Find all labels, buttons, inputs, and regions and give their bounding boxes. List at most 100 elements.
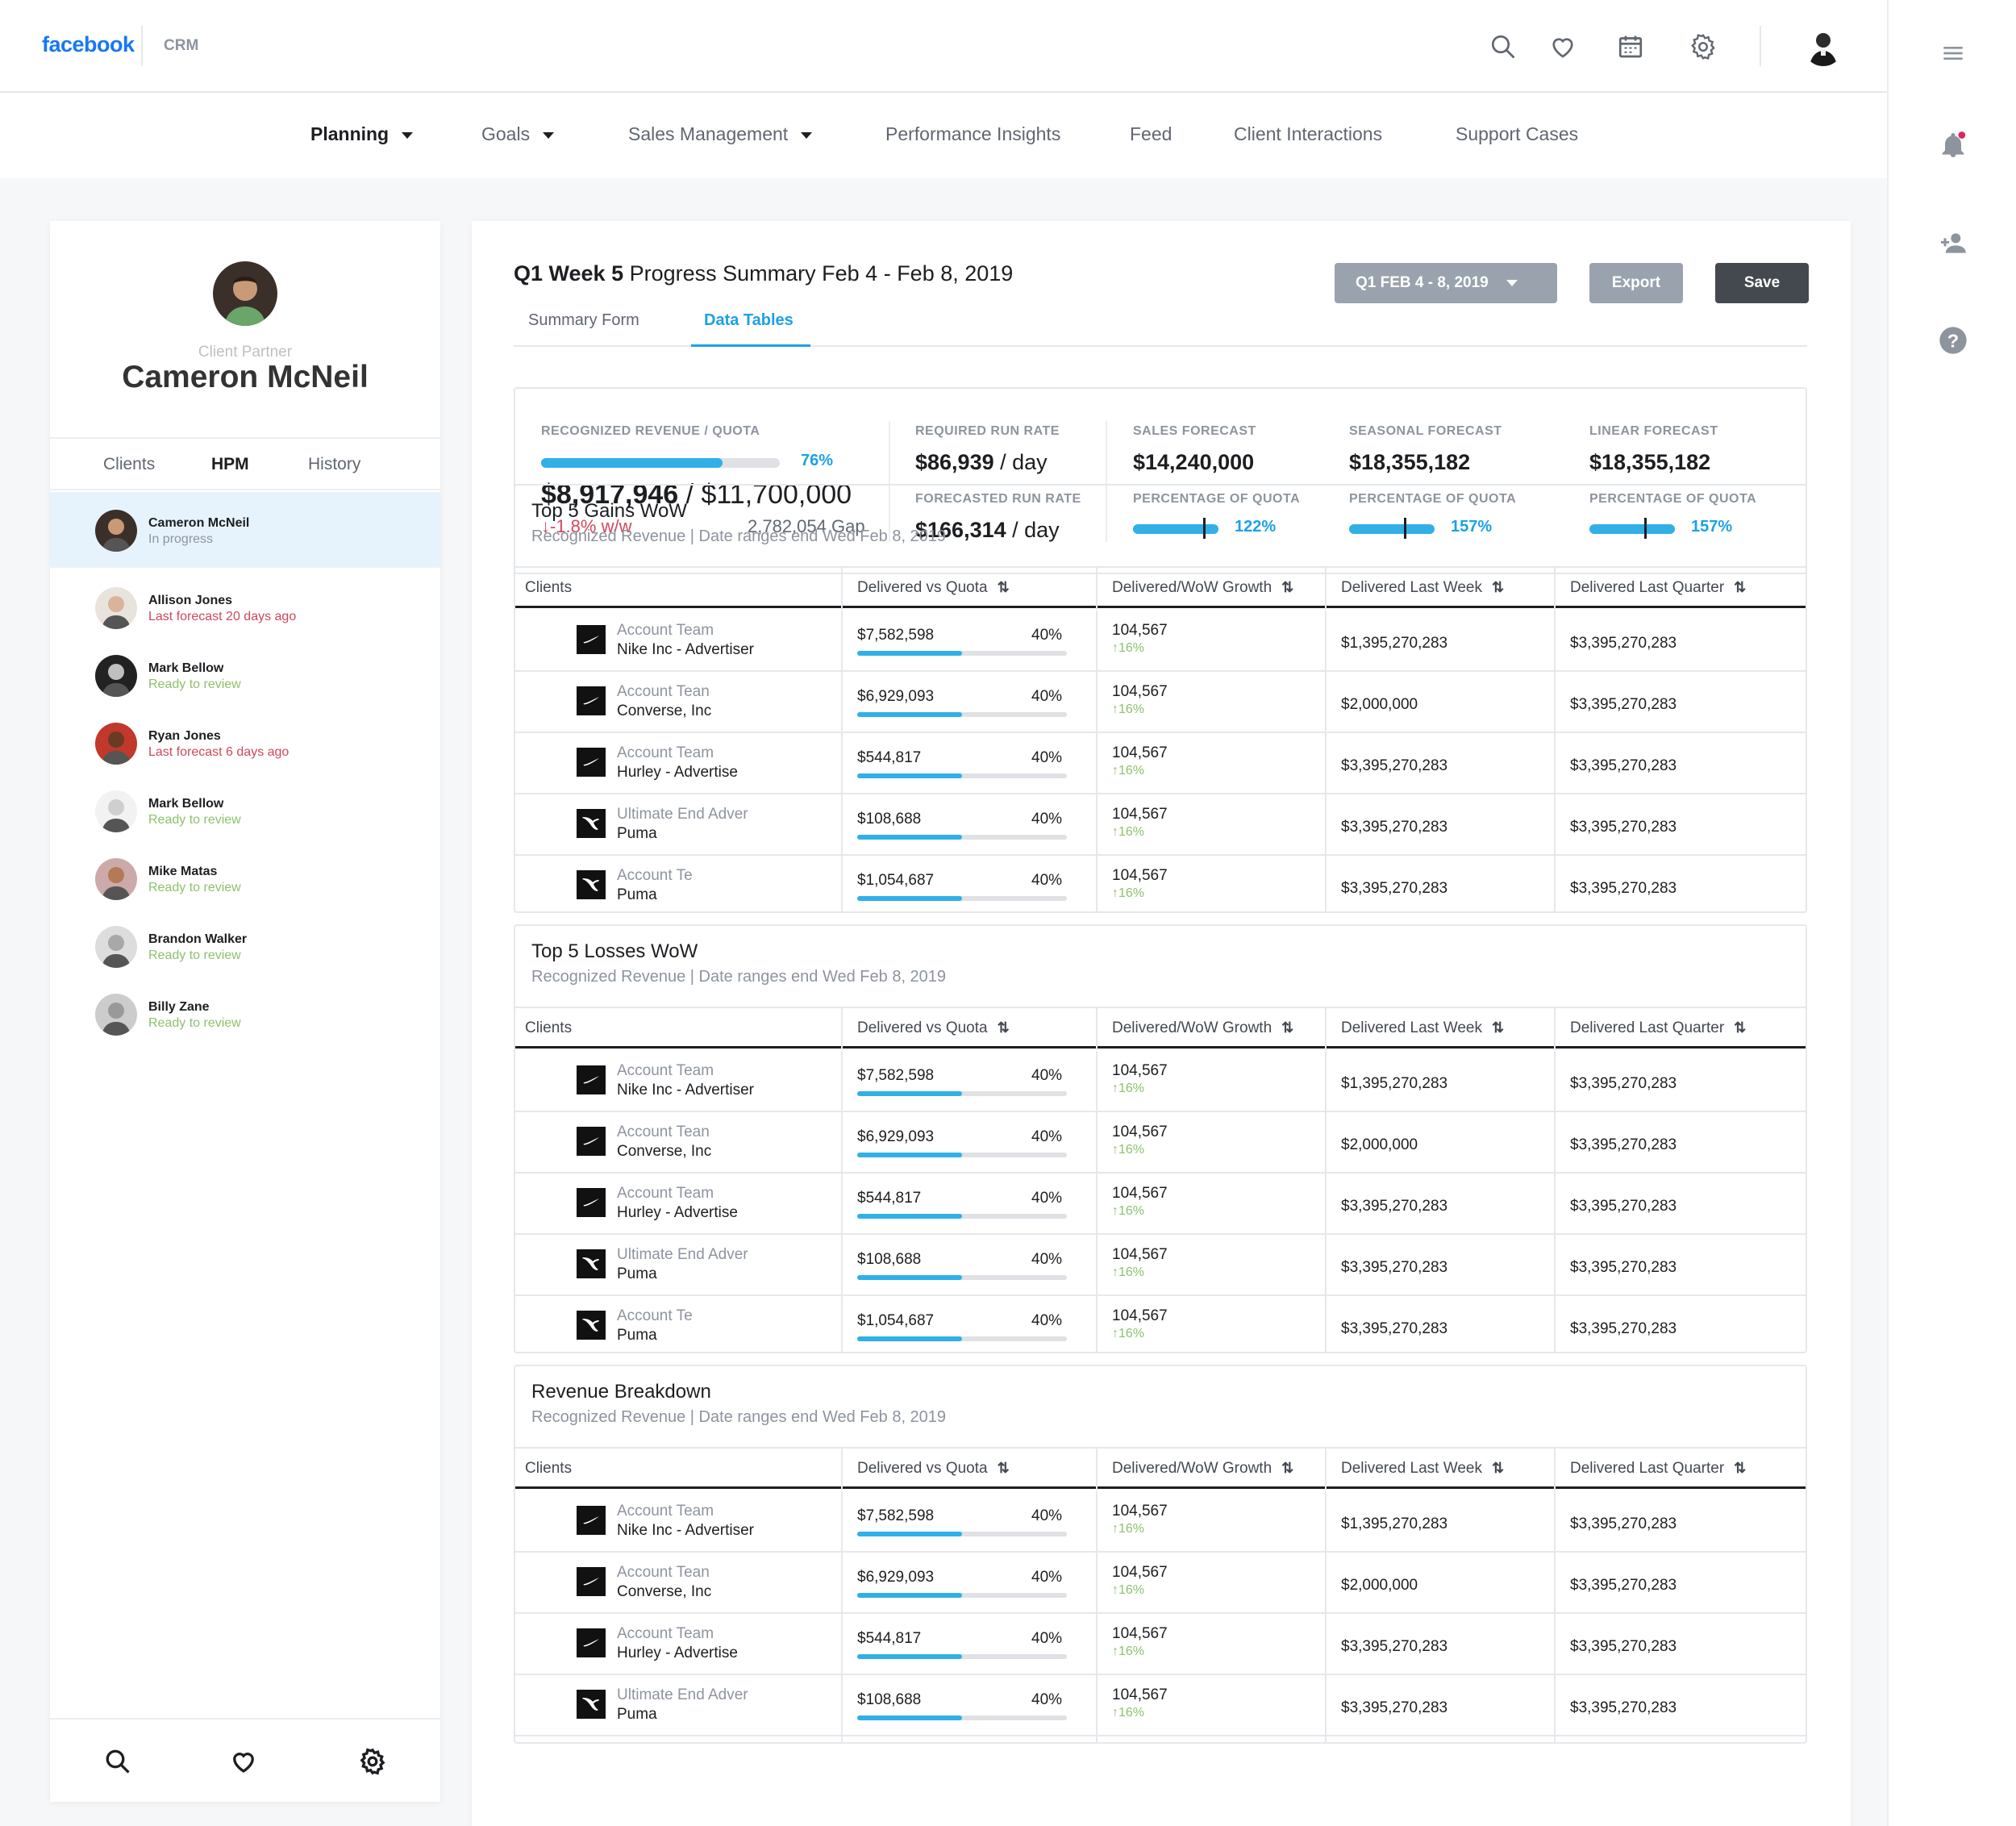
- client-row[interactable]: Mark Bellow Ready to review: [50, 637, 440, 713]
- delivered-value: $6,929,093: [857, 1128, 935, 1145]
- column-header[interactable]: Delivered/WoW Growth ⇅: [1112, 1460, 1293, 1478]
- table-row[interactable]: Account Team Hurley - Advertise $544,817 40…: [515, 1614, 1806, 1675]
- table-row[interactable]: Account Team Nike Inc - Advertiser $7,582,…: [515, 1051, 1806, 1112]
- table-row[interactable]: Ultimate End Adver Puma $108,688 40% 104,567…: [515, 794, 1806, 856]
- column-header[interactable]: Delivered Last Quarter ⇅: [1570, 579, 1746, 597]
- table-row[interactable]: Account Tean Converse, Inc $6,929,093 40% 10…: [515, 672, 1806, 733]
- sort-icon[interactable]: ⇅: [1281, 1019, 1293, 1036]
- search-icon[interactable]: [1489, 32, 1518, 61]
- table-row[interactable]: Account Team Hurley - Advertise $544,817 40…: [515, 733, 1806, 794]
- heart-icon[interactable]: [229, 1747, 258, 1776]
- view-tabs: Summary Form Data Tables: [514, 297, 1807, 347]
- column-divider: [841, 1449, 843, 1490]
- sort-icon[interactable]: ⇅: [998, 1460, 1010, 1477]
- sort-icon[interactable]: ⇅: [998, 1019, 1010, 1036]
- nav-planning[interactable]: Planning: [310, 123, 414, 145]
- client-row[interactable]: Mike Matas Ready to review: [50, 840, 440, 916]
- column-divider: [841, 568, 843, 610]
- gear-icon[interactable]: [1689, 32, 1718, 61]
- recognized-label: RECOGNIZED REVENUE / QUOTA: [541, 424, 760, 438]
- column-header[interactable]: Delivered/WoW Growth ⇅: [1112, 1019, 1293, 1037]
- sort-icon[interactable]: ⇅: [1281, 579, 1293, 596]
- table-row[interactable]: Account TePuma$1,054,68740%104,567↑16%$3…: [515, 1736, 1806, 1742]
- column-divider: [1096, 1008, 1098, 1050]
- column-header[interactable]: Delivered Last Quarter ⇅: [1570, 1460, 1746, 1478]
- column-header[interactable]: Delivered Last Week ⇅: [1341, 1460, 1504, 1478]
- growth-value: 104,567: [1112, 1062, 1168, 1079]
- client-row[interactable]: Billy Zane Ready to review: [50, 976, 440, 1052]
- account-team: Ultimate End Adver: [617, 1246, 748, 1263]
- title-week: Q1 Week 5: [514, 261, 624, 286]
- delivered-progress: [857, 1214, 1067, 1219]
- calendar-icon[interactable]: [1616, 32, 1645, 61]
- table-row[interactable]: Account Tean Converse, Inc $6,929,093 40% 10…: [515, 1112, 1806, 1174]
- sort-icon[interactable]: ⇅: [1734, 1019, 1746, 1036]
- add-person-icon[interactable]: [1937, 227, 1969, 260]
- sort-icon[interactable]: ⇅: [1492, 579, 1504, 596]
- client-row[interactable]: Cameron McNeil In progress: [50, 492, 440, 568]
- table-row[interactable]: Account Team Hurley - Advertise $544,817 40…: [515, 1174, 1806, 1235]
- tab-hpm[interactable]: HPM: [211, 455, 249, 474]
- nav-goals[interactable]: Goals: [481, 123, 555, 145]
- client-row[interactable]: Ryan Jones Last forecast 6 days ago: [50, 705, 440, 781]
- tab-summary-form[interactable]: Summary Form: [528, 311, 639, 330]
- tab-history[interactable]: History: [308, 455, 360, 474]
- table-row[interactable]: Account TePuma$1,054,68740%104,567↑16%$3…: [515, 856, 1806, 911]
- column-header[interactable]: Delivered/WoW Growth ⇅: [1112, 579, 1293, 597]
- sort-icon[interactable]: ⇅: [998, 579, 1010, 596]
- column-header[interactable]: Delivered vs Quota ⇅: [857, 579, 1010, 597]
- nav-performance-insights[interactable]: Performance Insights: [885, 123, 1060, 145]
- column-header[interactable]: Delivered vs Quota ⇅: [857, 1019, 1010, 1037]
- search-icon[interactable]: [103, 1747, 132, 1776]
- gear-icon[interactable]: [358, 1747, 387, 1776]
- chevron-down-icon: [801, 131, 813, 139]
- nav-support-cases[interactable]: Support Cases: [1456, 123, 1578, 145]
- menu-icon[interactable]: [1937, 37, 1969, 69]
- tab-data-tables[interactable]: Data Tables: [704, 311, 793, 330]
- client-row[interactable]: Allison Jones Last forecast 20 days ago: [50, 569, 440, 645]
- nav-client-interactions[interactable]: Client Interactions: [1234, 123, 1382, 145]
- sort-icon[interactable]: ⇅: [1492, 1460, 1504, 1477]
- column-divider: [1096, 568, 1098, 610]
- delivered-progress: [857, 1716, 1067, 1720]
- title-range: Progress Summary Feb 4 - Feb 8, 2019: [623, 261, 1014, 286]
- column-header[interactable]: Delivered Last Quarter ⇅: [1570, 1019, 1746, 1037]
- column-divider: [1554, 1675, 1556, 1736]
- column-label: Delivered Last Quarter: [1570, 1019, 1725, 1036]
- right-rail: ?: [1887, 0, 2016, 1826]
- nav-feed[interactable]: Feed: [1130, 123, 1172, 145]
- chevron-down-icon: [402, 131, 414, 139]
- table-row[interactable]: Ultimate End Adver Puma $108,688 40% 104,567…: [515, 1235, 1806, 1296]
- table-row[interactable]: Account Team Nike Inc - Advertiser $7,582,…: [515, 611, 1806, 672]
- tab-clients[interactable]: Clients: [103, 455, 155, 474]
- bell-icon[interactable]: [1937, 129, 1969, 161]
- delivered-value: $544,817: [857, 1630, 922, 1647]
- heart-icon[interactable]: [1548, 32, 1577, 61]
- arrow-up-icon: ↑: [1112, 1645, 1118, 1658]
- column-header[interactable]: Delivered vs Quota ⇅: [857, 1460, 1010, 1478]
- client-row[interactable]: Brandon Walker Ready to review: [50, 908, 440, 984]
- delivered-value: $7,582,598: [857, 1507, 935, 1524]
- nav-sales-management[interactable]: Sales Management: [628, 123, 813, 145]
- table-row[interactable]: Ultimate End Adver Puma $108,688 40% 104,567…: [515, 1675, 1806, 1736]
- sort-icon[interactable]: ⇅: [1734, 1460, 1746, 1477]
- column-header[interactable]: Delivered Last Week ⇅: [1341, 1019, 1504, 1037]
- user-avatar[interactable]: [1803, 26, 1843, 66]
- help-icon[interactable]: ?: [1937, 324, 1969, 356]
- delivered-last-quarter: $3,395,270,283: [1570, 1320, 1677, 1337]
- sort-icon[interactable]: ⇅: [1734, 579, 1746, 596]
- sort-icon[interactable]: ⇅: [1281, 1460, 1293, 1477]
- table-row[interactable]: Account Tean Converse, Inc $6,929,093 40% 10…: [515, 1553, 1806, 1614]
- table-row[interactable]: Account TePuma$1,054,68740%104,567↑16%$3…: [515, 1296, 1806, 1352]
- sort-icon[interactable]: ⇅: [1492, 1019, 1504, 1036]
- delivered-pct: 40%: [1031, 688, 1063, 705]
- column-header[interactable]: Delivered Last Week ⇅: [1341, 579, 1504, 597]
- puma-logo-icon: [577, 870, 606, 899]
- profile-role: Client Partner: [198, 344, 293, 361]
- column-divider: [1096, 1174, 1098, 1235]
- column-divider: [841, 1296, 843, 1352]
- facebook-logo[interactable]: facebook: [42, 32, 135, 57]
- client-status: Ready to review: [148, 948, 241, 962]
- table-row[interactable]: Account Team Nike Inc - Advertiser $7,582,…: [515, 1491, 1806, 1553]
- client-row[interactable]: Mark Bellow Ready to review: [50, 773, 440, 848]
